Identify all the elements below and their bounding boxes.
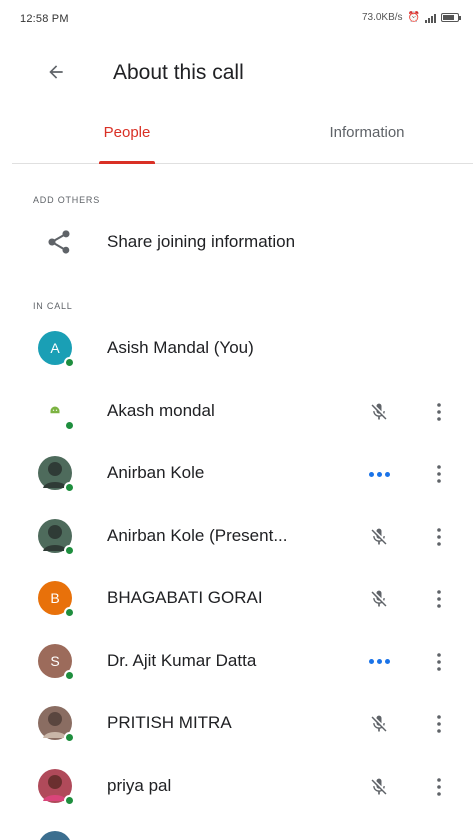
participant-row[interactable]: A Asish Mandal (You) xyxy=(0,318,473,381)
tab-information[interactable]: Information xyxy=(302,112,432,164)
mic-muted-button[interactable] xyxy=(362,707,396,741)
participant-row[interactable] xyxy=(0,818,473,840)
speaking-dots-icon xyxy=(368,471,390,477)
alarm-icon: ⏰ xyxy=(407,12,420,23)
mic-off-icon xyxy=(371,715,387,732)
avatar-initial: S xyxy=(50,652,60,669)
avatar: B xyxy=(38,581,75,618)
participant-list: A Asish Mandal (You) Akash mondal Anirba… xyxy=(0,318,473,840)
mic-off-icon xyxy=(371,778,387,794)
participant-row[interactable]: Anirban Kole (Present... xyxy=(0,506,473,569)
avatar xyxy=(38,831,72,840)
mic-off-icon xyxy=(371,590,387,607)
in-call-heading: IN CALL xyxy=(33,301,73,311)
add-others-heading: ADD OTHERS xyxy=(33,195,101,205)
more-options-button[interactable] xyxy=(428,645,450,679)
status-bar: 12:58 PM 73.0KB/s ⏰ xyxy=(0,0,473,40)
participant-name: Dr. Ajit Kumar Datta xyxy=(107,650,257,670)
tab-people[interactable]: People xyxy=(72,112,182,164)
more-vert-icon xyxy=(437,777,441,796)
participant-name: PRITISH MITRA xyxy=(107,713,232,732)
arrow-back-icon xyxy=(49,65,63,79)
more-options-button[interactable] xyxy=(428,395,450,429)
tab-people-label: People xyxy=(103,124,151,141)
more-vert-icon xyxy=(437,402,441,421)
speaking-dots-icon xyxy=(368,659,390,664)
online-status-icon xyxy=(64,669,75,681)
participant-name: Anirban Kole xyxy=(107,463,205,482)
participant-name: Akash mondal xyxy=(107,400,215,420)
participant-row[interactable]: priya pal xyxy=(0,756,473,819)
participant-row[interactable]: PRITISH MITRA xyxy=(0,693,473,756)
more-options-button[interactable] xyxy=(428,457,450,491)
participant-row[interactable]: B BHAGABATI GORAI xyxy=(0,568,473,631)
avatar xyxy=(38,706,75,743)
share-joining-info-label: Share joining information xyxy=(107,232,296,251)
mic-off-icon xyxy=(371,528,387,544)
status-indicators: 73.0KB/s ⏰ xyxy=(361,12,461,23)
mic-muted-button[interactable] xyxy=(362,770,396,804)
speaking-indicator xyxy=(362,645,396,679)
avatar xyxy=(38,518,75,556)
mic-off-icon xyxy=(371,403,387,419)
online-status-icon xyxy=(64,419,75,431)
participant-name: Anirban Kole (Present... xyxy=(107,525,288,545)
participant-name: BHAGABATI GORAI xyxy=(107,588,263,607)
more-vert-icon xyxy=(437,465,441,483)
speaking-indicator xyxy=(362,457,396,491)
more-vert-icon xyxy=(437,652,441,671)
online-status-icon xyxy=(64,544,75,556)
tab-information-label: Information xyxy=(329,124,405,141)
mic-muted-button[interactable] xyxy=(362,520,396,554)
mic-muted-button[interactable] xyxy=(362,832,396,840)
participant-name: priya pal xyxy=(107,775,172,795)
android-avatar-icon xyxy=(50,406,60,413)
more-options-button[interactable] xyxy=(428,770,450,804)
avatar: S xyxy=(38,643,75,681)
avatar xyxy=(38,393,75,431)
more-options-button[interactable] xyxy=(428,707,450,741)
battery-icon xyxy=(441,13,461,22)
signal-icon xyxy=(425,13,436,23)
back-button[interactable] xyxy=(40,58,72,86)
share-joining-info-button[interactable]: Share joining information xyxy=(0,220,473,264)
more-vert-icon xyxy=(437,715,441,733)
online-status-icon xyxy=(64,732,75,743)
more-vert-icon xyxy=(437,590,441,608)
avatar xyxy=(38,768,75,806)
page-title: About this call xyxy=(113,61,244,84)
online-status-icon xyxy=(64,357,75,368)
share-icon xyxy=(48,230,70,254)
more-options-button[interactable] xyxy=(428,520,450,554)
mic-muted-button[interactable] xyxy=(362,395,396,429)
online-status-icon xyxy=(64,482,75,493)
status-time: 12:58 PM xyxy=(20,13,69,25)
more-vert-icon xyxy=(437,527,441,546)
participant-row[interactable]: S Dr. Ajit Kumar Datta xyxy=(0,631,473,694)
online-status-icon xyxy=(64,607,75,618)
avatar: A xyxy=(38,331,75,368)
participant-row[interactable]: Akash mondal xyxy=(0,381,473,444)
avatar xyxy=(38,456,75,493)
active-tab-indicator xyxy=(99,161,155,164)
more-options-button[interactable] xyxy=(428,582,450,616)
participant-name: Asish Mandal (You) xyxy=(107,338,254,357)
avatar-initial: B xyxy=(50,590,60,606)
online-status-icon xyxy=(64,794,75,806)
mic-muted-button[interactable] xyxy=(362,582,396,616)
avatar-initial: A xyxy=(50,340,60,356)
participant-row[interactable]: Anirban Kole xyxy=(0,443,473,506)
net-speed: 73.0KB/s xyxy=(361,12,403,23)
tab-bar: People Information xyxy=(12,112,473,164)
app-bar: About this call xyxy=(0,50,473,94)
